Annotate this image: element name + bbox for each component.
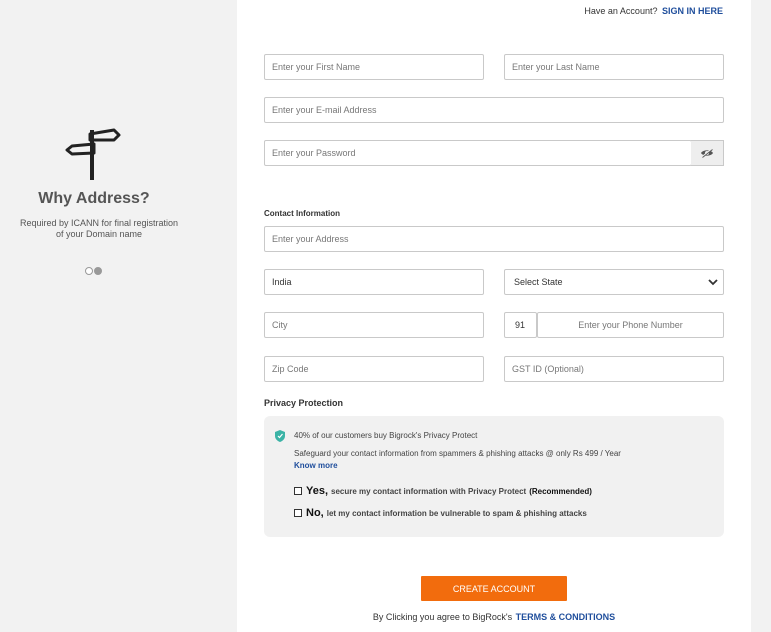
- info-description-line1: Required by ICANN for final registration: [19, 218, 179, 228]
- privacy-protection-box: 40% of our customers buy Bigrock's Priva…: [264, 416, 724, 537]
- know-more-link[interactable]: Know more: [294, 461, 338, 470]
- signup-form-panel: Have an Account? SIGN IN HERE Enter your…: [237, 0, 751, 632]
- signup-page: Why Address? Required by ICANN for final…: [0, 0, 771, 632]
- privacy-no-checkbox[interactable]: [294, 509, 302, 517]
- privacy-no-text: let my contact information be vulnerable…: [326, 508, 587, 518]
- right-margin: [751, 0, 771, 632]
- privacy-no-option[interactable]: No, let my contact information be vulner…: [294, 507, 587, 519]
- privacy-yes-word: Yes,: [306, 485, 329, 497]
- info-panel: Why Address? Required by ICANN for final…: [0, 0, 237, 632]
- first-name-input[interactable]: Enter your First Name: [264, 54, 484, 80]
- privacy-no-word: No,: [306, 507, 324, 519]
- gst-id-input[interactable]: GST ID (Optional): [504, 356, 724, 382]
- create-account-button[interactable]: CREATE ACCOUNT: [421, 576, 567, 601]
- zip-code-input[interactable]: Zip Code: [264, 356, 484, 382]
- toggle-password-visibility-button[interactable]: [691, 140, 724, 166]
- have-account-text: Have an Account?: [584, 6, 658, 16]
- city-input[interactable]: City: [264, 312, 484, 338]
- info-description: Required by ICANN for final registration…: [0, 218, 198, 240]
- privacy-yes-text: secure my contact information with Priva…: [331, 486, 527, 496]
- email-input[interactable]: Enter your E-mail Address: [264, 97, 724, 123]
- info-description-line2: of your Domain name: [55, 229, 143, 239]
- terms-prefix-text: By Clicking you agree to BigRock's: [372, 612, 513, 622]
- phone-code-input[interactable]: 91: [504, 312, 537, 338]
- password-input[interactable]: Enter your Password: [264, 140, 692, 166]
- address-input[interactable]: Enter your Address: [264, 226, 724, 252]
- contact-info-label: Contact Information: [264, 209, 340, 218]
- eye-slash-icon: [701, 148, 713, 158]
- privacy-description: Safeguard your contact information from …: [294, 449, 621, 458]
- privacy-recommended-text: (Recommended): [529, 486, 592, 496]
- chevron-down-icon: [708, 279, 718, 286]
- sign-in-prompt: Have an Account? SIGN IN HERE: [584, 6, 723, 16]
- privacy-yes-option[interactable]: Yes, secure my contact information with …: [294, 485, 592, 497]
- carousel-dots: [85, 267, 102, 275]
- terms-notice: By Clicking you agree to BigRock's TERMS…: [237, 612, 751, 622]
- carousel-dot-2[interactable]: [94, 267, 102, 275]
- terms-conditions-link[interactable]: TERMS & CONDITIONS: [516, 612, 616, 622]
- info-title: Why Address?: [38, 190, 150, 207]
- carousel-dot-1[interactable]: [85, 267, 93, 275]
- last-name-input[interactable]: Enter your Last Name: [504, 54, 724, 80]
- privacy-stat-text: 40% of our customers buy Bigrock's Priva…: [294, 431, 478, 440]
- privacy-yes-checkbox[interactable]: [294, 487, 302, 495]
- sign-in-link[interactable]: SIGN IN HERE: [662, 6, 723, 16]
- privacy-protection-title: Privacy Protection: [264, 398, 344, 408]
- shield-icon: [275, 430, 285, 442]
- state-select[interactable]: Select State: [504, 269, 724, 295]
- state-select-value: Select State: [514, 277, 563, 287]
- country-input[interactable]: India: [264, 269, 484, 295]
- phone-number-input[interactable]: Enter your Phone Number: [537, 312, 724, 338]
- signpost-icon: [65, 128, 121, 180]
